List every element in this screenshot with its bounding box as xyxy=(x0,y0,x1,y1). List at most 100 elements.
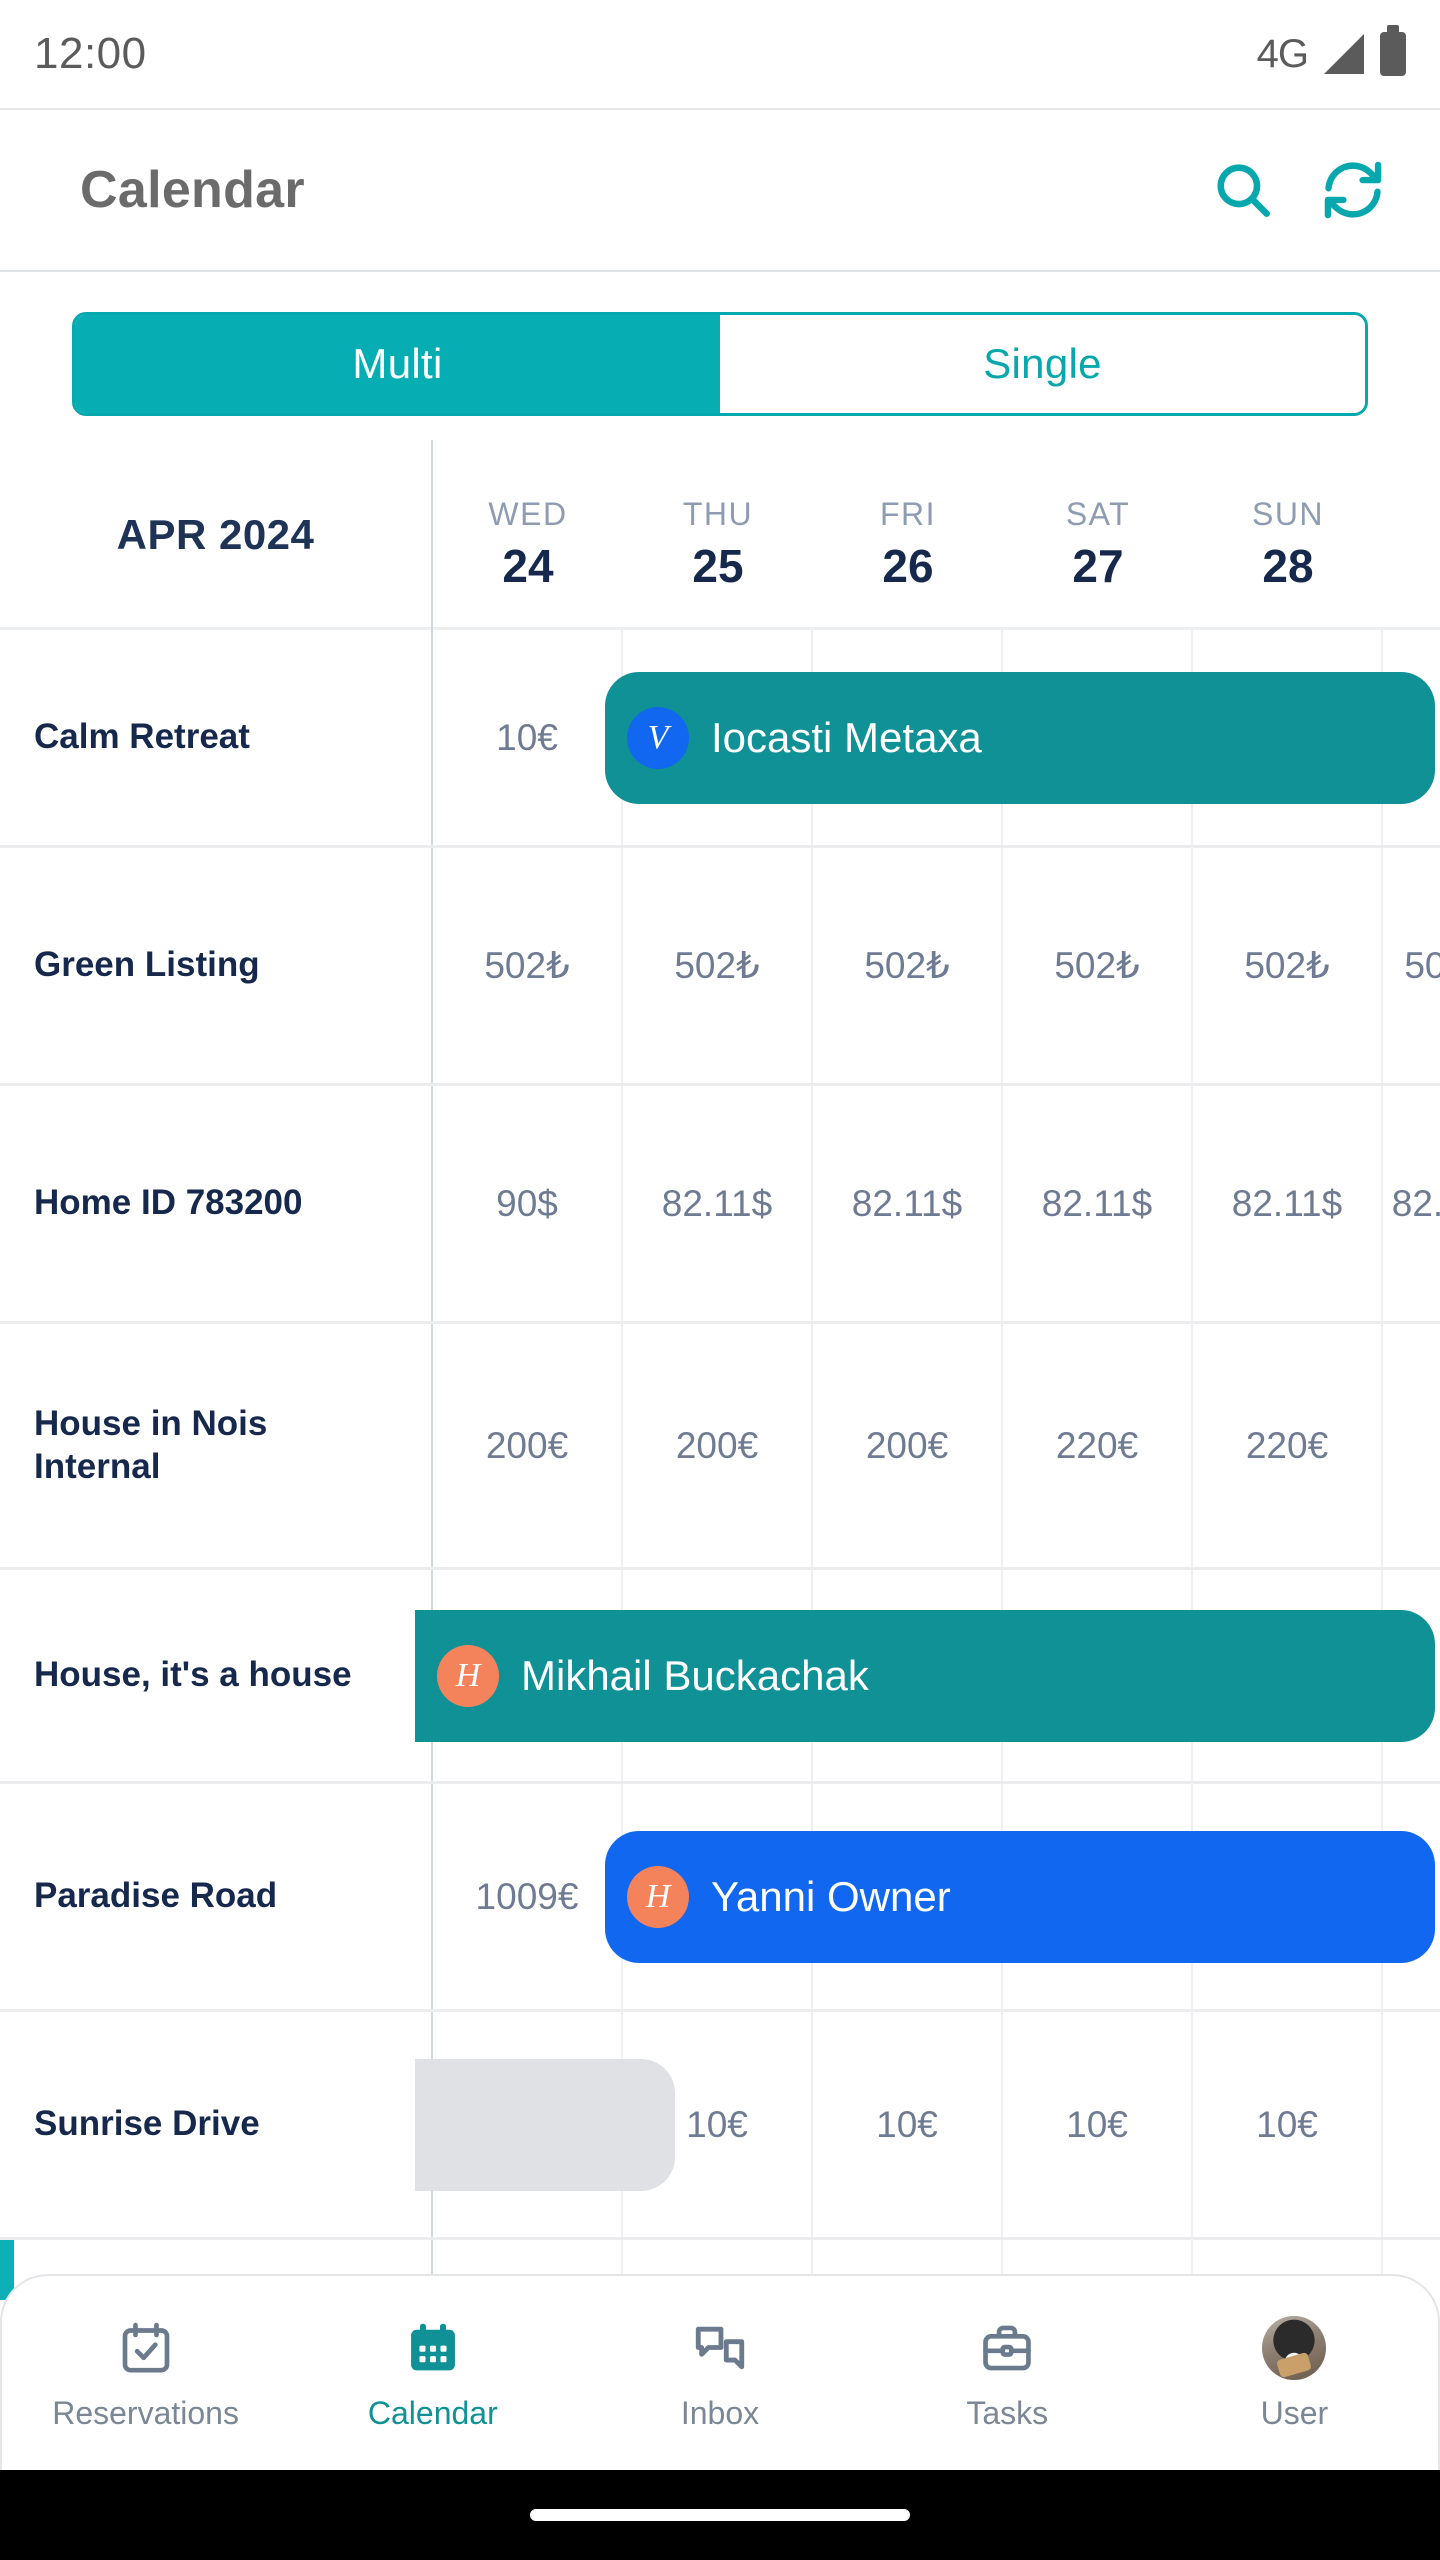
calendar-row[interactable]: Sunrise Drive 10€ 10€ 10€ 10€ xyxy=(0,2012,1440,2240)
day-column-header[interactable]: FRI 26 xyxy=(813,440,1003,630)
nav-item-reservations[interactable]: Reservations xyxy=(2,2315,289,2432)
guest-avatar: H xyxy=(627,1865,689,1928)
listing-name-label: House, it's a house xyxy=(34,1655,352,1695)
chat-bubbles-icon xyxy=(691,2315,749,2381)
listing-name-label: Green Listing xyxy=(34,945,260,985)
view-mode-toggle[interactable]: Multi Single xyxy=(72,312,1368,416)
nav-item-calendar[interactable]: Calendar xyxy=(289,2315,576,2432)
price-cell[interactable] xyxy=(1383,1324,1440,1567)
refresh-sync-icon[interactable] xyxy=(1310,147,1396,233)
status-indicators: 4G xyxy=(1256,25,1406,77)
price-cell[interactable]: 220€ xyxy=(1193,1324,1383,1567)
day-cells: 10€ 10€ 10€ 10€ xyxy=(415,2012,1440,2237)
phone-screen: 12:00 4G Calendar Multi Single APR 2024 … xyxy=(0,0,1440,2560)
network-type-label: 4G xyxy=(1256,31,1309,76)
blocked-dates-bar[interactable] xyxy=(415,2058,675,2191)
day-cells: 502₺502₺502₺502₺502₺502₺ xyxy=(431,848,1440,1083)
system-gesture-area xyxy=(0,2470,1440,2560)
calendar-row[interactable]: Paradise Road 1009€ H Yanni Owner xyxy=(0,1784,1440,2012)
price-cell[interactable]: 82.11$ xyxy=(1193,1086,1383,1321)
booking-bar[interactable]: H Yanni Owner xyxy=(605,1830,1435,1963)
price-cell[interactable]: 10€ xyxy=(1003,2012,1193,2237)
day-of-week-label: SAT xyxy=(1065,495,1131,532)
guest-name-label: Iocasti Metaxa xyxy=(711,713,982,761)
status-bar: 12:00 4G xyxy=(0,0,1440,108)
calendar-row[interactable]: Home ID 783200 90$ 82.11$ 82.11$ 82.11$ 82.11… xyxy=(0,1086,1440,1324)
calendar-row[interactable]: House in Nois Internal 200€ 200€ 200€ 220€ 22… xyxy=(0,1324,1440,1570)
listing-name-label: House in Nois Internal xyxy=(34,1403,268,1486)
day-cells: 90$82.11$82.11$82.11$82.11$82.11$ xyxy=(431,1086,1440,1321)
nav-label: Reservations xyxy=(52,2394,239,2431)
avatar-image xyxy=(1262,2315,1327,2380)
price-cell[interactable]: 10€ xyxy=(1193,2012,1383,2237)
listing-name-cell[interactable]: Calm Retreat xyxy=(0,630,431,845)
day-column-header[interactable]: SAT 27 xyxy=(1003,440,1193,630)
listing-name-cell[interactable]: House, it's a house xyxy=(0,1570,431,1781)
nav-label: Tasks xyxy=(966,2394,1049,2431)
price-cell[interactable]: 200€ xyxy=(623,1324,813,1567)
day-number-label: 26 xyxy=(882,539,934,592)
price-cell[interactable]: 82.11$ xyxy=(1383,1086,1440,1321)
listing-name-cell[interactable]: Green Listing xyxy=(0,848,431,1083)
signal-bars-icon xyxy=(1324,34,1364,74)
guest-name-label: Mikhail Buckachak xyxy=(521,1651,869,1699)
nav-item-inbox[interactable]: Inbox xyxy=(576,2315,863,2432)
day-cells: 200€ 200€ 200€ 220€ 220€ xyxy=(431,1324,1440,1567)
nav-label: User xyxy=(1260,2394,1329,2431)
booking-bar[interactable]: H Mikhail Buckachak xyxy=(415,1609,1435,1742)
price-cell[interactable]: 502₺ xyxy=(433,848,623,1083)
day-cells: 10€ V Iocasti Metaxa xyxy=(431,630,1440,845)
day-of-week-label: SUN xyxy=(1251,495,1325,532)
nav-label: Inbox xyxy=(680,2394,760,2431)
day-column-header[interactable]: WED 24 xyxy=(433,440,623,630)
price-cell[interactable]: 502₺ xyxy=(1193,848,1383,1083)
day-column-header[interactable]: THU 25 xyxy=(623,440,813,630)
toggle-option-single[interactable]: Single xyxy=(720,315,1365,413)
price-cell[interactable]: 82.11$ xyxy=(623,1086,813,1321)
month-label: APR 2024 xyxy=(116,511,315,558)
home-gesture-pill[interactable] xyxy=(530,2509,910,2521)
day-number-label: 24 xyxy=(502,539,554,592)
nav-item-user[interactable]: User xyxy=(1151,2315,1438,2432)
price-cell[interactable]: 200€ xyxy=(813,1324,1003,1567)
guest-avatar: H xyxy=(437,1644,499,1707)
day-cells: H Mikhail Buckachak xyxy=(415,1570,1440,1781)
calendar-check-icon xyxy=(118,2315,174,2381)
listing-name-cell[interactable]: Sunrise Drive xyxy=(0,2012,431,2237)
search-icon[interactable] xyxy=(1200,147,1286,233)
calendar-rows: Calm Retreat 10€ V Iocasti Metaxa Green List… xyxy=(0,630,1440,2300)
listing-name-cell[interactable]: Home ID 783200 xyxy=(0,1086,431,1321)
price-cell[interactable]: 90$ xyxy=(433,1086,623,1321)
price-cell[interactable]: 502₺ xyxy=(1383,848,1440,1083)
price-cell[interactable]: 220€ xyxy=(1003,1324,1193,1567)
listing-name-cell[interactable]: Paradise Road xyxy=(0,1784,431,2009)
price-cell[interactable]: 82.11$ xyxy=(1003,1086,1193,1321)
booking-bar[interactable]: V Iocasti Metaxa xyxy=(605,671,1435,804)
price-cell[interactable]: 502₺ xyxy=(1003,848,1193,1083)
bottom-navigation[interactable]: Reservations Calendar Inbox Tasks User xyxy=(0,2274,1440,2470)
price-cell[interactable] xyxy=(1383,2012,1440,2237)
price-cell[interactable]: 10€ xyxy=(433,630,623,845)
nav-item-tasks[interactable]: Tasks xyxy=(864,2315,1151,2432)
listing-name-label: Home ID 783200 xyxy=(34,1183,303,1223)
page-title: Calendar xyxy=(80,161,305,219)
listing-name-cell[interactable]: House in Nois Internal xyxy=(0,1324,431,1567)
calendar-grid[interactable]: APR 2024 WED 24 THU 25 FRI 26 SAT 27 SUN… xyxy=(0,440,1440,2300)
calendar-row[interactable]: Calm Retreat 10€ V Iocasti Metaxa xyxy=(0,630,1440,848)
price-cell[interactable]: 1009€ xyxy=(433,1784,623,2009)
price-cell[interactable]: 502₺ xyxy=(623,848,813,1083)
calendar-row[interactable]: Green Listing502₺502₺502₺502₺502₺502₺ xyxy=(0,848,1440,1086)
listing-name-label: Sunrise Drive xyxy=(34,2104,260,2144)
day-number-label: 28 xyxy=(1262,539,1314,592)
day-number-label: 25 xyxy=(692,539,744,592)
toggle-option-multi[interactable]: Multi xyxy=(75,315,720,413)
price-cell[interactable]: 82.11$ xyxy=(813,1086,1003,1321)
user-avatar-photo xyxy=(1262,2315,1327,2381)
price-cell[interactable]: 502₺ xyxy=(813,848,1003,1083)
battery-full-icon xyxy=(1380,25,1406,76)
price-cell[interactable]: 200€ xyxy=(433,1324,623,1567)
day-column-header[interactable]: SUN 28 xyxy=(1193,440,1383,630)
calendar-icon xyxy=(405,2315,461,2381)
price-cell[interactable]: 10€ xyxy=(813,2012,1003,2237)
calendar-row[interactable]: House, it's a house H Mikhail Buckachak xyxy=(0,1570,1440,1784)
